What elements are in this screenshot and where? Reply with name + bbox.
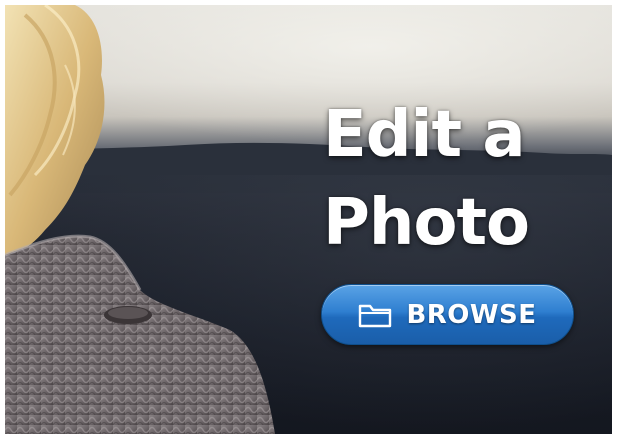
hero-banner: Edit a Photo BROWSE: [5, 5, 612, 434]
headline-line-1: Edit a: [323, 98, 526, 172]
browse-button[interactable]: BROWSE: [321, 284, 574, 345]
browse-button-label: BROWSE: [406, 299, 537, 330]
page-title: Edit a Photo: [323, 91, 530, 267]
folder-icon: [359, 304, 392, 327]
woman-photo: [5, 5, 275, 434]
headline-line-2: Photo: [323, 186, 530, 260]
